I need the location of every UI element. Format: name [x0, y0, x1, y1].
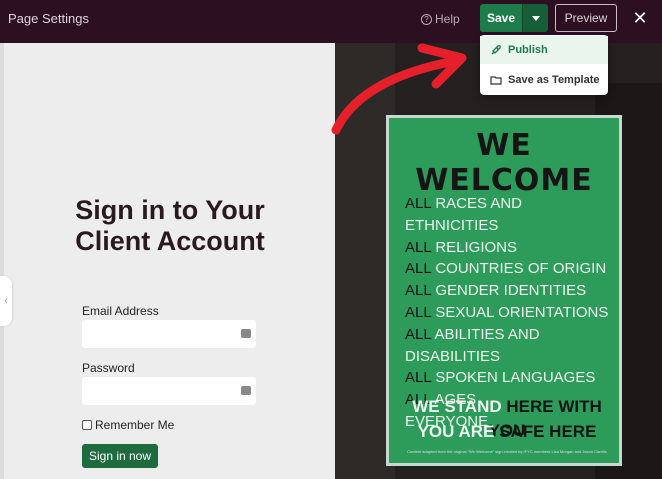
welcome-poster: WE WELCOME ALL RACES AND ETHNICITIES ALL…: [386, 115, 622, 466]
poster-footnote: Content adapted from the original "We We…: [407, 449, 607, 454]
poster-line: ALL GENDER IDENTITIES: [405, 282, 587, 300]
poster-line: ALL SEXUAL ORIENTATIONS: [405, 303, 609, 321]
rocket-icon: [491, 45, 501, 55]
poster-line: ALL SPOKEN LANGUAGES: [405, 369, 596, 387]
poster-tagline-2: YOU ARE SAFE HERE: [417, 422, 597, 441]
poster-line: ALL COUNTRIES OF ORIGIN: [405, 260, 607, 278]
email-label: Email Address: [82, 304, 159, 318]
remember-label: Remember Me: [95, 418, 175, 432]
key-icon: [241, 329, 251, 338]
signin-heading: Sign in to Your Client Account: [75, 195, 265, 256]
menu-item-publish[interactable]: Publish: [480, 36, 608, 64]
login-preview-panel: [0, 43, 335, 479]
help-circle-icon: ?: [421, 13, 432, 25]
folder-icon: [490, 76, 502, 85]
publish-label: Publish: [508, 44, 548, 56]
password-field[interactable]: [82, 377, 256, 405]
page-title: Page Settings: [8, 11, 89, 26]
menu-item-save-template[interactable]: Save as Template: [480, 66, 608, 94]
signin-button[interactable]: Sign in now: [82, 444, 158, 468]
poster-line: ALL ABILITIES AND DISABILITIES: [405, 325, 540, 365]
close-icon[interactable]: ✕: [630, 8, 650, 28]
save-button[interactable]: Save: [480, 4, 522, 32]
red-arrow-icon: [331, 43, 467, 135]
caret-down-icon: [531, 15, 540, 21]
help-link[interactable]: ? Help: [421, 12, 460, 26]
help-label: Help: [435, 12, 460, 26]
poster-line: ALL RACES AND ETHNICITIES: [405, 195, 523, 234]
save-dropdown-toggle[interactable]: [522, 4, 548, 32]
preview-button[interactable]: Preview: [555, 4, 617, 32]
save-dropdown-menu: Publish Save as Template: [480, 35, 608, 95]
remember-checkbox[interactable]: [82, 420, 92, 430]
template-label: Save as Template: [508, 74, 600, 86]
key-icon: [241, 386, 251, 395]
password-label: Password: [82, 361, 135, 375]
poster-line: ALL RELIGIONS: [405, 238, 517, 256]
remember-me[interactable]: Remember Me: [82, 418, 174, 432]
email-field[interactable]: [82, 320, 256, 348]
chevron-left-icon[interactable]: ‹: [0, 276, 12, 326]
sidebar-edge: [0, 43, 4, 479]
